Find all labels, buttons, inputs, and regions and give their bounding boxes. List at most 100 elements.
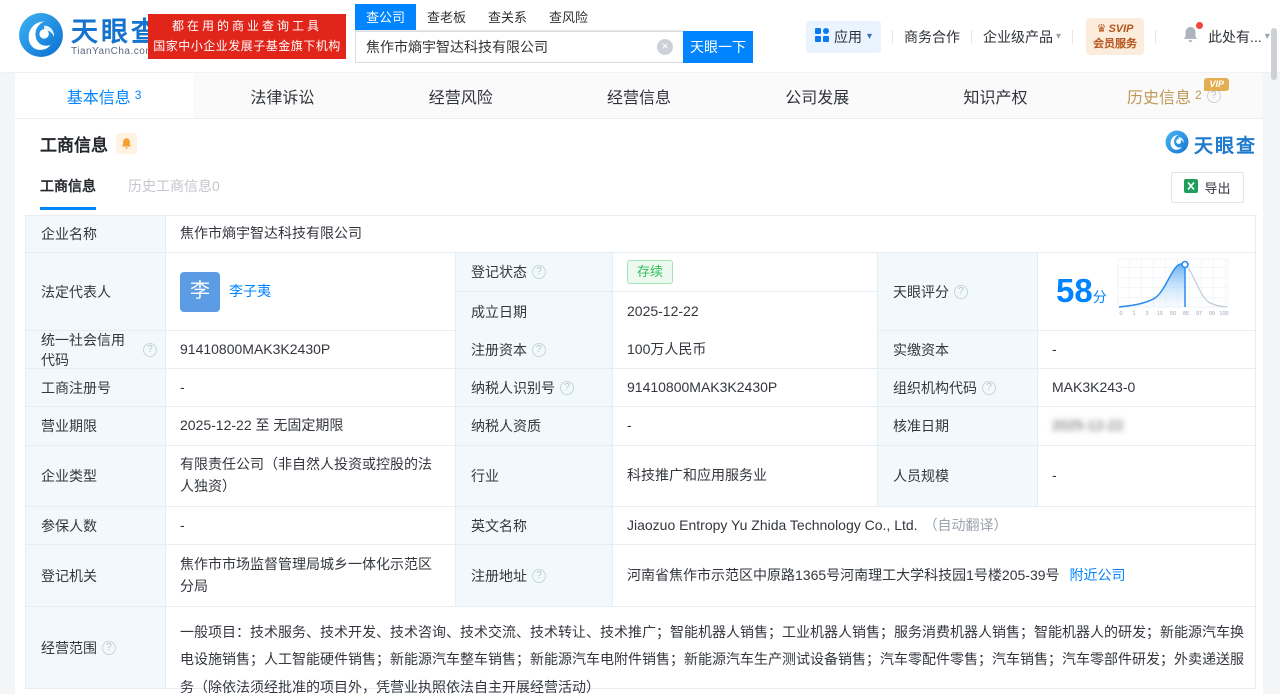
help-icon[interactable]: ? bbox=[954, 284, 968, 299]
search-module: 查公司 查老板 查关系 查风险 × 天眼一下 bbox=[355, 4, 753, 63]
company-info-table: 企业名称 焦作市熵宇智达科技有限公司 法定代表人 李 李子夷 登记状态 ? 存续… bbox=[25, 215, 1257, 694]
svg-text:3: 3 bbox=[1145, 311, 1148, 317]
search-button[interactable]: 天眼一下 bbox=[683, 31, 753, 63]
nav-enterprise-label: 企业级产品 bbox=[983, 28, 1054, 45]
tianyan-score-cell: 58分 0 1 3 15 50 85 97 99 100 bbox=[1038, 253, 1256, 331]
excel-icon bbox=[1184, 179, 1199, 196]
company-type-value: 有限责任公司（非自然人投资或控股的法人独资） bbox=[166, 446, 456, 507]
avatar[interactable]: 李 bbox=[180, 271, 220, 312]
search-tab-boss[interactable]: 查老板 bbox=[416, 4, 477, 30]
score-unit: 分 bbox=[1092, 289, 1107, 306]
taxpayer-quality-value: - bbox=[613, 407, 878, 446]
watermark-logo: 天眼查 bbox=[1165, 130, 1257, 159]
logo-swirl-icon bbox=[18, 12, 64, 63]
svip-sublabel: 会员服务 bbox=[1093, 38, 1138, 50]
english-name-cell: Jiaozuo Entropy Yu Zhida Technology Co.,… bbox=[613, 507, 1256, 545]
search-tab-relation[interactable]: 查关系 bbox=[477, 4, 538, 30]
tab-development[interactable]: 公司发展 bbox=[728, 73, 906, 118]
score-value: 58 bbox=[1056, 272, 1093, 310]
nav-cooperation[interactable]: 商务合作 bbox=[904, 27, 960, 47]
field-label: 法定代表人 bbox=[26, 253, 166, 331]
field-label: 纳税人资质 bbox=[456, 407, 613, 446]
nav-enterprise[interactable]: 企业级产品 ▾ bbox=[983, 27, 1061, 47]
field-label: 企业名称 bbox=[26, 216, 166, 253]
crown-icon: ♛ bbox=[1096, 23, 1107, 35]
subtab-business-info[interactable]: 工商信息 bbox=[40, 176, 96, 210]
apps-label: 应用 bbox=[834, 28, 862, 45]
status-badge: 存续 bbox=[627, 259, 674, 285]
help-icon[interactable]: ? bbox=[102, 640, 116, 655]
chevron-down-icon: ▾ bbox=[867, 31, 873, 42]
field-label: 注册资本 ? bbox=[456, 331, 613, 369]
field-label: 企业类型 bbox=[26, 446, 166, 507]
paid-capital-value: - bbox=[1038, 331, 1256, 369]
tab-basic-info[interactable]: 基本信息 3 bbox=[15, 73, 194, 118]
english-name-value: Jiaozuo Entropy Yu Zhida Technology Co.,… bbox=[627, 516, 918, 533]
watermark-text: 天眼查 bbox=[1193, 136, 1257, 157]
credit-code-value: 91410800MAK3K2430P bbox=[166, 331, 456, 369]
approval-date-cell: 2025-12-22 bbox=[1038, 407, 1256, 446]
top-nav: 应用 ▾ 商务合作 企业级产品 ▾ ♛ SVIP 会员服务 此处有... ▾ bbox=[806, 0, 1270, 73]
help-icon[interactable]: ? bbox=[532, 342, 546, 357]
search-input[interactable] bbox=[355, 31, 683, 63]
tab-legal[interactable]: 法律诉讼 bbox=[193, 73, 371, 118]
user-menu[interactable]: 此处有... ▾ bbox=[1208, 27, 1270, 47]
notifications-bell-icon[interactable] bbox=[1181, 21, 1204, 49]
svg-text:1: 1 bbox=[1132, 311, 1135, 317]
apps-menu[interactable]: 应用 ▾ bbox=[806, 20, 882, 53]
svg-text:100: 100 bbox=[1219, 311, 1228, 317]
establish-date-value: 2025-12-22 bbox=[613, 292, 877, 331]
field-label: 成立日期 bbox=[456, 292, 613, 331]
business-term-value: 2025-12-22 至 无固定期限 bbox=[166, 407, 456, 446]
company-name-value: 焦作市熵宇智达科技有限公司 bbox=[166, 216, 1256, 253]
business-scope-value: 一般项目：技术服务、技术开发、技术咨询、技术交流、技术转让、技术推广；智能机器人… bbox=[166, 607, 1256, 694]
tab-history[interactable]: 历史信息 2 ? VIP bbox=[1085, 73, 1263, 118]
user-menu-label: 此处有... bbox=[1208, 28, 1262, 45]
company-tab-bar: 基本信息 3 法律诉讼 经营风险 经营信息 公司发展 知识产权 历史信息 2 ?… bbox=[15, 73, 1263, 119]
clear-search-icon[interactable]: × bbox=[657, 39, 673, 55]
field-label: 人员规模 bbox=[878, 446, 1038, 507]
help-icon[interactable]: ? bbox=[143, 342, 157, 357]
svip-membership-button[interactable]: ♛ SVIP 会员服务 bbox=[1086, 18, 1145, 55]
export-label: 导出 bbox=[1204, 181, 1231, 196]
search-tab-company[interactable]: 查公司 bbox=[355, 4, 417, 30]
legal-rep-link[interactable]: 李子夷 bbox=[229, 281, 271, 303]
logo-swirl-icon bbox=[1165, 130, 1189, 159]
help-icon[interactable]: ? bbox=[532, 265, 546, 279]
promo-banner: 都在用的商业查询工具 国家中小企业发展子基金旗下机构 bbox=[148, 14, 346, 59]
tab-operation[interactable]: 经营信息 bbox=[550, 73, 728, 118]
tab-history-label: 历史信息 bbox=[1126, 89, 1191, 107]
subtab-bar: 工商信息 历史工商信息0 bbox=[40, 176, 220, 210]
subtab-history-info[interactable]: 历史工商信息0 bbox=[128, 176, 220, 210]
tab-ip[interactable]: 知识产权 bbox=[906, 73, 1084, 118]
search-tab-risk[interactable]: 查风险 bbox=[538, 4, 599, 30]
divider bbox=[971, 29, 973, 44]
business-info-section: 工商信息 天眼查 工商信息 历史工商信息0 导出 企业名称 焦作市熵宇智达科技有… bbox=[15, 119, 1263, 694]
field-label: 经营范围 ? bbox=[26, 607, 166, 689]
export-button[interactable]: 导出 bbox=[1171, 172, 1244, 203]
field-label: 营业期限 bbox=[26, 407, 166, 446]
help-icon[interactable]: ? bbox=[560, 380, 574, 395]
divider bbox=[1155, 29, 1157, 44]
svg-text:0: 0 bbox=[1119, 311, 1122, 317]
field-label: 行业 bbox=[456, 446, 613, 507]
svg-text:99: 99 bbox=[1209, 311, 1215, 317]
field-label: 实缴资本 bbox=[878, 331, 1038, 369]
svg-text:15: 15 bbox=[1157, 311, 1163, 317]
industry-value: 科技推广和应用服务业 bbox=[613, 446, 878, 507]
tianyancha-logo[interactable]: 天眼查 TianYanCha.com bbox=[18, 12, 161, 63]
tab-risk[interactable]: 经营风险 bbox=[372, 73, 550, 118]
nearby-companies-link[interactable]: 附近公司 bbox=[1070, 565, 1126, 587]
scrollbar[interactable] bbox=[1271, 28, 1277, 80]
monitor-bell-icon[interactable] bbox=[116, 133, 137, 154]
chevron-down-icon: ▾ bbox=[1056, 31, 1062, 42]
field-label: 参保人数 bbox=[26, 507, 166, 545]
field-label: 核准日期 bbox=[878, 407, 1038, 446]
search-tabs: 查公司 查老板 查关系 查风险 bbox=[355, 4, 683, 31]
help-icon[interactable]: ? bbox=[982, 380, 996, 395]
tianyancha-page: 天眼查 TianYanCha.com 都在用的商业查询工具 国家中小企业发展子基… bbox=[0, 0, 1280, 694]
field-label: 登记状态 ? bbox=[456, 253, 613, 292]
reg-capital-value: 100万人民币 bbox=[613, 331, 878, 369]
field-label: 天眼评分 ? bbox=[878, 253, 1038, 331]
help-icon[interactable]: ? bbox=[532, 568, 546, 583]
